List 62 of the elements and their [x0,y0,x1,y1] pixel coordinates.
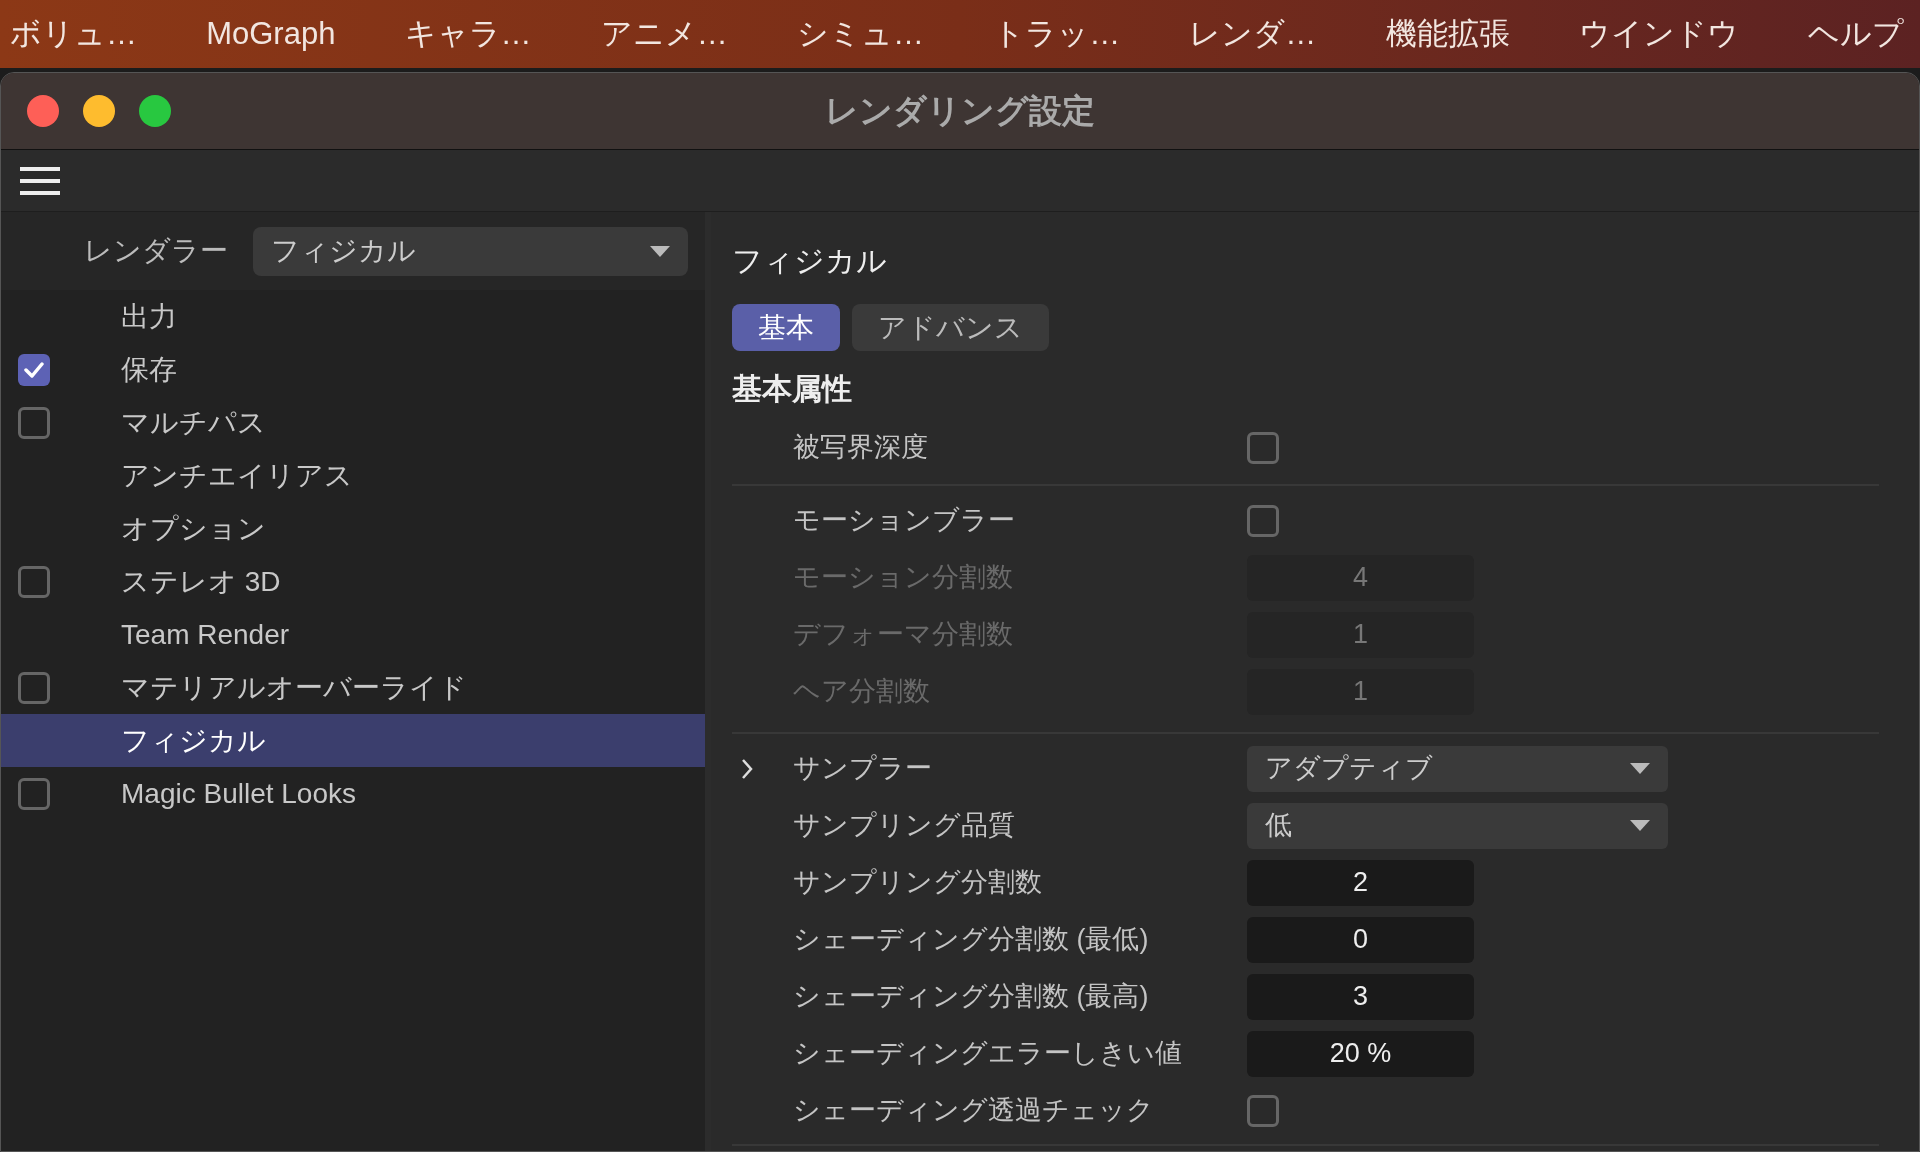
sidebar-item[interactable]: オプション [1,502,705,555]
group-title: 基本属性 [732,371,853,407]
setting-label: モーションブラー [793,504,1016,538]
tab[interactable]: 基本 [732,304,840,351]
expand-icon[interactable] [740,757,754,780]
renderer-dropdown[interactable]: フィジカル [253,226,688,276]
menu-item[interactable]: トラッ… [993,10,1121,58]
setting-label: サンプリング品質 [793,809,1016,843]
dropdown[interactable]: 低 [1247,802,1668,849]
window-title: レンダリング設定 [825,91,1095,132]
sidebar-item[interactable]: フィジカル [1,714,705,767]
checkbox[interactable] [1247,431,1279,464]
caret-icon [1630,820,1650,831]
checkmark-icon [24,361,44,378]
setting-label: シェーディング分割数 (最低) [793,923,1150,957]
setting-label: サンプラー [793,752,933,786]
caret-icon [1630,763,1650,774]
sidebar-item[interactable]: Magic Bullet Looks [1,767,705,820]
setting-label: シェーディングエラーしきい値 [793,1037,1183,1071]
menu-item[interactable]: アニメ… [600,10,728,58]
setting-label: モーション分割数 [793,561,1014,595]
checkbox[interactable] [1247,1094,1279,1127]
number-field[interactable]: 20 % [1247,1030,1474,1077]
setting-label: シェーディング分割数 (最高) [793,980,1150,1014]
number-field[interactable]: 0 [1247,916,1474,963]
dropdown[interactable]: アダプティブ [1247,745,1668,792]
sidebar-item[interactable]: マテリアルオーバーライド [1,661,705,714]
checkbox[interactable] [18,565,50,598]
menu-item[interactable]: キャラ… [404,10,532,58]
sidebar-item[interactable]: 保存 [1,343,705,396]
setting-label: デフォーマ分割数 [793,618,1014,652]
checkbox[interactable] [18,777,50,810]
menu-item[interactable]: ヘルプ [1807,10,1904,58]
checkbox[interactable] [18,353,50,386]
setting-label: サンプリング分割数 [793,866,1043,900]
number-field[interactable]: 3 [1247,973,1474,1020]
setting-label: ヘア分割数 [793,675,931,709]
sidebar-item[interactable]: 出力 [1,290,705,343]
checkbox[interactable] [18,406,50,439]
menu-item[interactable]: レンダ… [1189,10,1317,58]
setting-label: シェーディング透過チェック [793,1094,1155,1128]
checkbox[interactable] [18,671,50,704]
minimize-button[interactable] [83,95,115,127]
menu-icon[interactable] [20,165,60,196]
checkbox[interactable] [1247,504,1279,537]
menu-item[interactable]: MoGraph [206,10,336,58]
setting-label: 被写界深度 [793,431,929,465]
panel-title: フィジカル [732,243,888,279]
sidebar-item[interactable]: アンチエイリアス [1,449,705,502]
tab[interactable]: アドバンス [852,304,1049,351]
caret-icon [650,245,670,257]
renderer-label: レンダラー [84,234,229,268]
sidebar-item[interactable]: Team Render [1,608,705,661]
menu-item[interactable]: シミュ… [797,10,924,58]
menu-item[interactable]: 機能拡張 [1385,10,1510,58]
number-field[interactable]: 2 [1247,859,1474,906]
sidebar-item[interactable]: マルチパス [1,396,705,449]
sidebar-item[interactable]: ステレオ 3D [1,555,705,608]
zoom-button[interactable] [139,95,171,127]
menu-item[interactable]: ウインドウ [1578,10,1739,58]
menu-item[interactable]: ボリュ… [10,10,137,58]
close-button[interactable] [27,95,59,127]
